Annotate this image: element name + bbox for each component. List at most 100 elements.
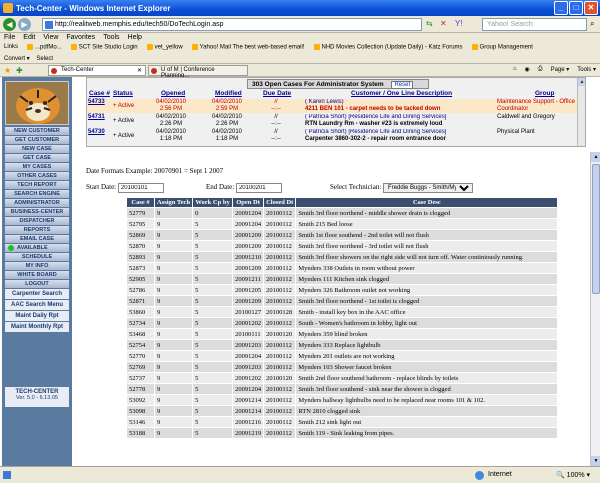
sidebar-item-logout[interactable]: LOGOUT (5, 280, 69, 288)
sidebar-item-carpenter-search[interactable]: Carpenter Search (5, 289, 69, 299)
address-input[interactable]: http://realitweb.memphis.edu/tech50/DoTe… (42, 18, 422, 31)
report-row: 52737 9 5 20091202 20100120 Smith 2nd floor s… (126, 372, 559, 384)
col-open-dt: Open Dt (232, 197, 265, 208)
tab-conference[interactable]: U of M | Conference Planning... (148, 65, 248, 79)
row-open-dt: 20100111 (232, 328, 265, 340)
case-number-link[interactable]: 54733 (88, 99, 105, 105)
sidebar-item-email-case[interactable]: EMAIL CASE (5, 235, 69, 243)
col-work-cp-by: Work Cp by (192, 197, 234, 208)
tab-tech-center[interactable]: Tech-Center ✕ (48, 65, 146, 76)
scroll-down-icon[interactable]: ▼ (591, 456, 600, 466)
col-due-date[interactable]: Due Date (263, 90, 291, 98)
page-menu[interactable]: Page ▾ (551, 66, 570, 73)
col-case-num[interactable]: Case # (89, 90, 110, 98)
link-group-management[interactable]: Group Management (471, 44, 533, 54)
forward-icon[interactable]: ▶ (18, 18, 31, 31)
sidebar-item-maint-daily-rpt[interactable]: Maint Daily Rpt (5, 311, 69, 321)
back-icon[interactable]: ◀ (3, 18, 16, 31)
menu-file[interactable]: File (4, 34, 15, 43)
sidebar-item-get-customer[interactable]: GET CUSTOMER (5, 136, 69, 144)
row-open-dt: 20091210 (232, 251, 265, 263)
stop-icon[interactable]: ✕ (440, 19, 447, 28)
menu-tools[interactable]: Tools (103, 34, 119, 43)
menu-edit[interactable]: Edit (23, 34, 35, 43)
sidebar-item-search-engine[interactable]: SEARCH ENGINE (5, 190, 69, 198)
tab-favicon (51, 68, 57, 74)
case-modified: 04/02/2010 2:59 PM (211, 99, 243, 112)
sidebar-item-get-case[interactable]: GET CASE (5, 154, 69, 162)
window-titlebar: Tech-Center - Windows Internet Explorer … (0, 0, 600, 16)
sidebar-item-available[interactable]: AVAILABLE (5, 244, 69, 252)
favorites-star-icon[interactable]: ★ (4, 66, 11, 75)
sidebar-item-administrator[interactable]: ADMINISTRATOR (5, 199, 69, 207)
sidebar-item-other-cases[interactable]: OTHER CASES (5, 172, 69, 180)
home-icon[interactable]: ⌂ (513, 66, 517, 73)
search-icon[interactable]: ⌕ (590, 19, 594, 29)
link-icon (313, 44, 320, 50)
add-favorite-icon[interactable]: ✚ (16, 66, 23, 75)
sidebar-item-dispatcher[interactable]: DISPATCHER (5, 217, 69, 225)
row-assign-tech: 9 (153, 218, 194, 230)
tab-bar: ★ ✚ Tech-Center ✕ U of M | Conference Pl… (0, 64, 600, 79)
select-button[interactable]: Select (36, 56, 53, 62)
col-customer-desc[interactable]: Customer / One Line Description (351, 90, 452, 98)
page-scrollbar[interactable]: ▲ ▼ (590, 152, 600, 466)
row-case-desc: Smith 215 Bed loose (295, 218, 559, 230)
technician-select[interactable]: Freddie Buggs - Smith/Mynders (383, 183, 474, 193)
case-number-link[interactable]: 54730 (88, 129, 105, 135)
sidebar-item-schedule[interactable]: SCHEDULE (5, 253, 69, 261)
sidebar-item-business-center[interactable]: BUSINESS-CENTER (5, 208, 69, 216)
link-vet-yellow[interactable]: vet_yellow (146, 44, 183, 54)
case-number-link[interactable]: 54731 (88, 114, 105, 120)
col-modified[interactable]: Modified (215, 90, 242, 98)
row-case-desc: Smith 3rd floor northend - middle shower… (295, 207, 559, 219)
report-row: 52871 9 5 20091209 20100112 Smith 3rd floor n… (126, 295, 559, 307)
sidebar-item-new-customer[interactable]: NEW CUSTOMER (5, 127, 69, 135)
case-row[interactable]: 54731 + Active 04/02/2010 2:26 PM 04/02/2… (87, 114, 585, 128)
tab-close-icon[interactable]: ✕ (137, 67, 142, 74)
col-group[interactable]: Group (535, 90, 555, 98)
sidebar-item-my-cases[interactable]: MY CASES (5, 163, 69, 171)
end-date-input[interactable] (235, 183, 282, 193)
sidebar-item-aac-search-menu[interactable]: AAC Search Menu (5, 300, 69, 310)
link-nhd-movies[interactable]: NHD Movies Collection (Update Daily) - K… (313, 44, 463, 54)
feeds-icon[interactable]: ◉ (525, 66, 530, 73)
sidebar-item-new-case[interactable]: NEW CASE (5, 145, 69, 153)
sidebar-item-maint-monthly-rpt[interactable]: Maint Monthly Rpt (5, 322, 69, 332)
link-yahoo-mail[interactable]: Yahoo! Mail The best web-based email! (191, 44, 305, 54)
search-input[interactable]: Yahoo! Search (482, 18, 587, 31)
menu-favorites[interactable]: Favorites (66, 34, 95, 43)
row-open-dt: 20091202 (232, 372, 265, 384)
sidebar-item-tech-report[interactable]: TECH REPORT (5, 181, 69, 189)
sidebar-item-white-board[interactable]: WHITE BOARD (5, 271, 69, 279)
menu-help[interactable]: Help (128, 34, 142, 43)
cases-scrollbar[interactable]: ▲ (577, 78, 585, 146)
reset-button[interactable]: Reset (391, 81, 414, 89)
sidebar-item-my-info[interactable]: MY INFO (5, 262, 69, 270)
row-case-desc: Smith 2nd floor southend bathroom - repl… (295, 372, 559, 384)
close-button[interactable]: ✕ (584, 1, 598, 15)
link-sct[interactable]: SCT Site Studio Login (70, 44, 138, 54)
case-row[interactable]: 54730 + Active 04/02/2010 1:18 PM 04/02/2… (87, 129, 585, 143)
row-closed-dt: 20100112 (263, 284, 297, 296)
scroll-up-icon[interactable]: ▲ (578, 78, 585, 86)
scroll-thumb[interactable] (592, 164, 600, 294)
start-date-input[interactable] (117, 183, 164, 193)
row-open-dt: 20091204 (232, 207, 265, 219)
link-pdfmo[interactable]: ...pdfMo... (27, 44, 62, 54)
maximize-button[interactable]: □ (569, 1, 583, 15)
row-work-cp-by: 5 (192, 273, 234, 285)
zoom-level[interactable]: 🔍 100% ▾ (556, 471, 590, 479)
convert-button[interactable]: Convert ▾ (4, 56, 30, 62)
tools-menu[interactable]: Tools ▾ (577, 66, 596, 73)
col-status[interactable]: Status (113, 90, 133, 98)
scroll-up-icon[interactable]: ▲ (591, 152, 600, 162)
col-opened[interactable]: Opened (161, 90, 185, 98)
menu-view[interactable]: View (43, 34, 58, 43)
row-assign-tech: 9 (153, 416, 194, 428)
sidebar-item-reports[interactable]: REPORTS (5, 226, 69, 234)
minimize-button[interactable]: _ (554, 1, 568, 15)
go-icon[interactable]: ⇆ (426, 19, 433, 28)
print-icon[interactable]: ⎙ (538, 66, 543, 73)
case-row[interactable]: 54733 + Active 04/02/2010 2:56 PM 04/02/2… (87, 99, 585, 113)
